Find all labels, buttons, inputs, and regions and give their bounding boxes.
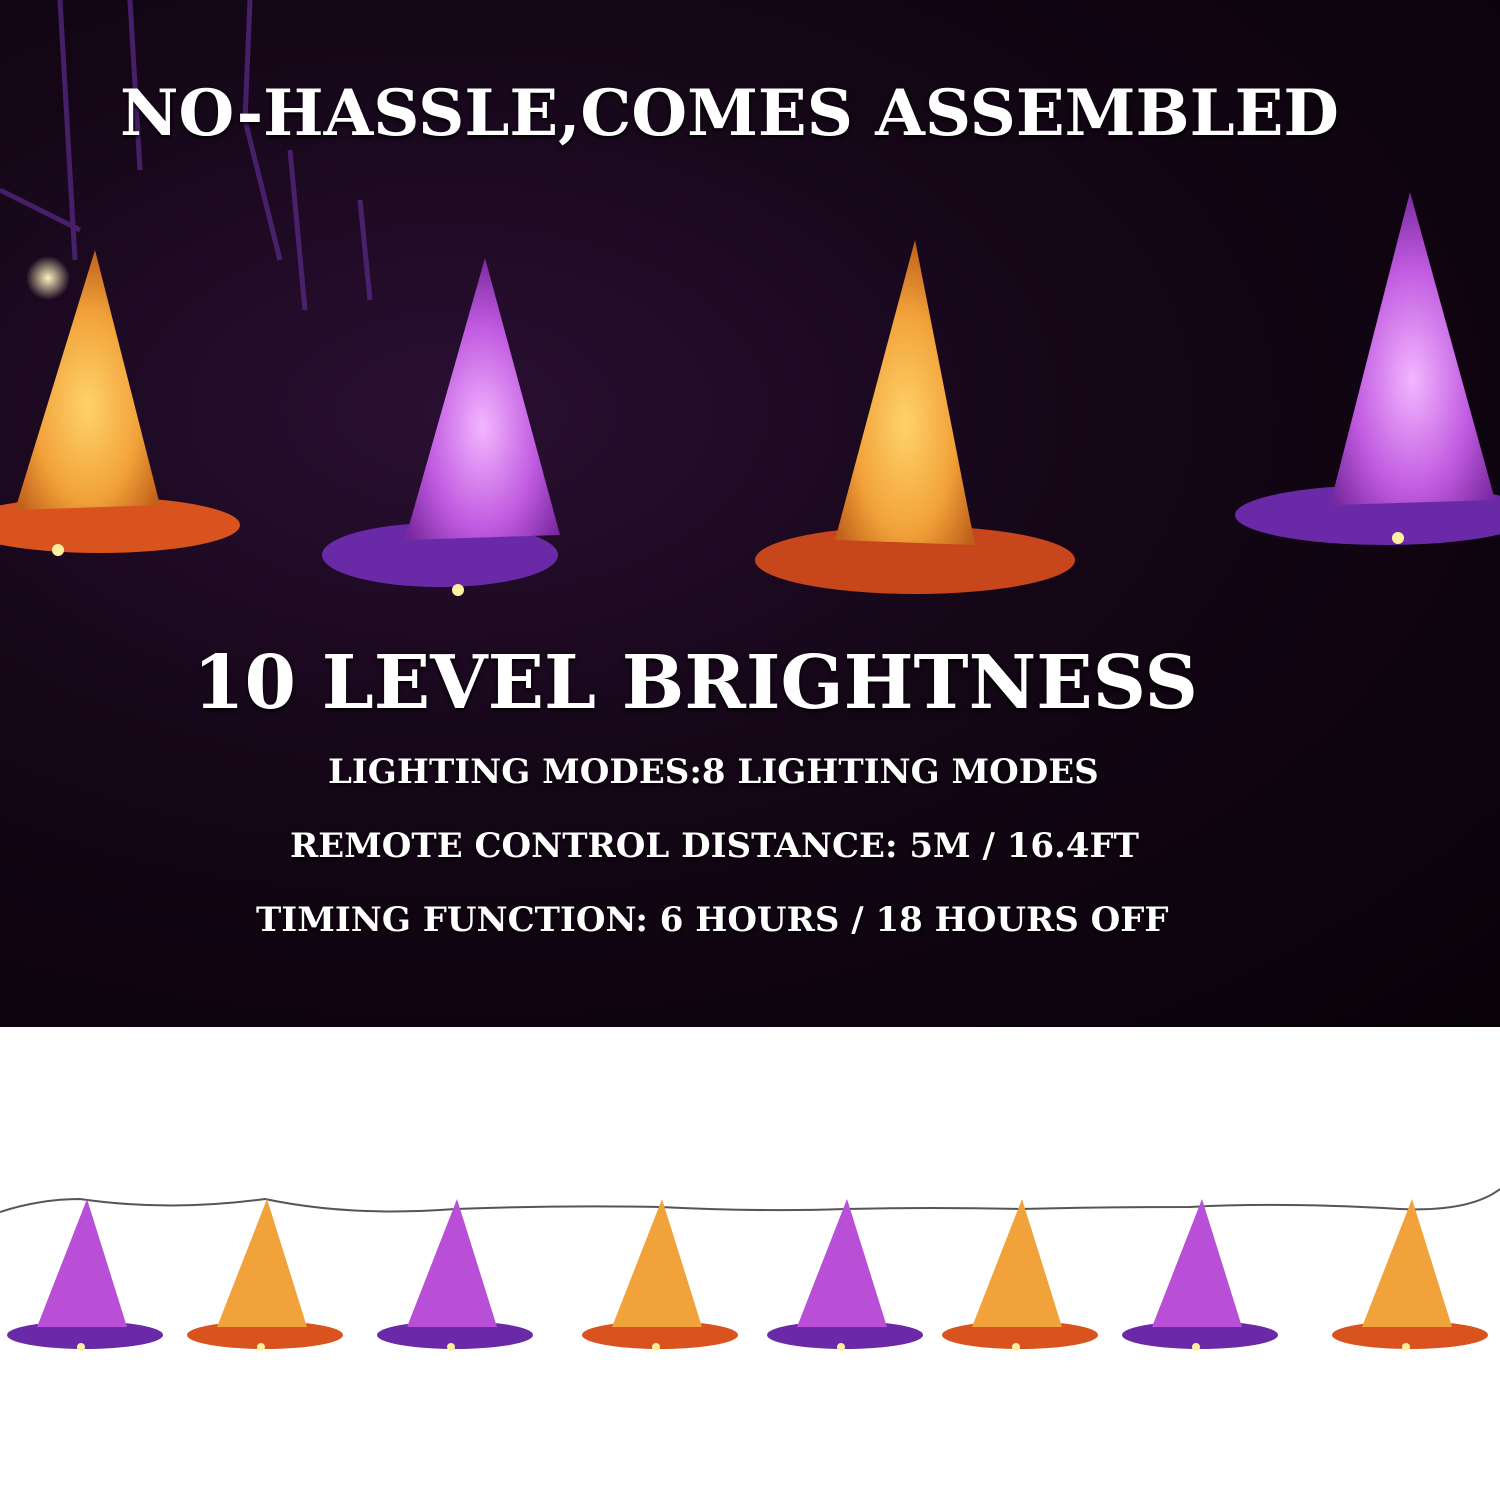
strip-hat-orange	[187, 1199, 343, 1351]
strip-hat-orange	[1332, 1199, 1488, 1351]
strip-hat-orange	[942, 1199, 1098, 1351]
spec-lighting-modes: LIGHTING MODES:8 LIGHTING MODES	[328, 752, 1099, 792]
brightness-title: 10 LEVEL BRIGHTNESS	[193, 640, 1198, 726]
strip-hat-purple	[7, 1199, 163, 1351]
spec-timing-function: TIMING FUNCTION: 6 HOURS / 18 HOURS OFF	[256, 900, 1169, 940]
strip-hat-orange	[582, 1199, 738, 1351]
strip-hat-purple	[1122, 1199, 1278, 1351]
spec-remote-distance: REMOTE CONTROL DISTANCE: 5M / 16.4FT	[290, 826, 1139, 866]
headline: NO-HASSLE,COMES ASSEMBLED	[120, 76, 1339, 151]
hero-hat-orange-3	[755, 240, 1075, 594]
hero-hat-purple-4	[1235, 192, 1500, 545]
hero-hats-illustration	[0, 0, 1500, 596]
hat-string-illustration	[0, 1188, 1500, 1351]
strip-hat-purple	[767, 1199, 923, 1351]
hero-hat-purple-2	[322, 258, 560, 596]
light-flare	[26, 256, 70, 300]
product-strip	[0, 1027, 1500, 1500]
strip-hat-purple	[377, 1199, 533, 1351]
hero-photo: NO-HASSLE,COMES ASSEMBLED 10 LEVEL BRIGH…	[0, 0, 1500, 1027]
string-wire	[0, 1188, 1500, 1213]
